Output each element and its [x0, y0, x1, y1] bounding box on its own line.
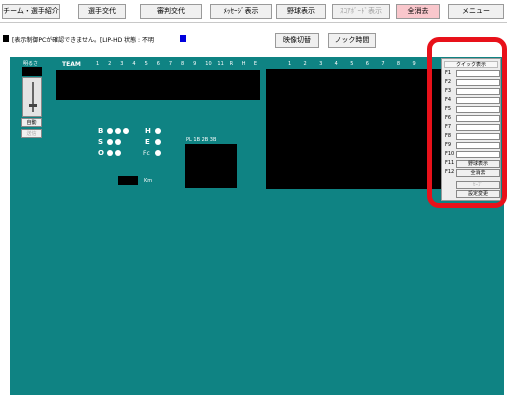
brightness-display	[22, 67, 42, 76]
highlight-ring	[427, 37, 507, 208]
knock-time-button[interactable]: ノック時間	[328, 33, 376, 48]
inning-left-11: 11	[217, 61, 224, 67]
brightness-label: 明るさ	[23, 61, 39, 67]
inning-left-9: 9	[193, 61, 197, 67]
out-lamp-1	[107, 150, 113, 156]
fc-lamp	[155, 150, 161, 156]
status-indicator-black	[3, 35, 9, 42]
strike-lamp-1	[107, 139, 113, 145]
inning-right-8: 8	[396, 61, 401, 67]
inning-left-6: 6	[156, 61, 160, 67]
scoreboard-left-grid	[56, 70, 260, 100]
error-label: E	[145, 138, 150, 146]
inning-right-4: 4	[334, 61, 338, 67]
field-display-button[interactable]: 野球表示	[276, 4, 326, 19]
auto-button[interactable]: 自動	[21, 118, 42, 127]
inning-right-3: 3	[319, 61, 323, 67]
inning-left-1: 1	[96, 61, 100, 67]
scoreboard-right-grid	[266, 69, 442, 189]
message-display-button[interactable]: ﾒｯｾｰｼﾞ表示	[210, 4, 272, 19]
fc-label: Fc	[143, 150, 150, 157]
menu-button[interactable]: メニュー	[448, 4, 504, 19]
broadcast-display-button[interactable]: ｽｺｱﾎﾞｰﾄﾞ表示	[332, 4, 390, 19]
inning-right-7: 7	[381, 61, 385, 67]
umpire-change-button[interactable]: 審判交代	[140, 4, 202, 19]
hit-label: H	[145, 127, 151, 135]
video-switch-button[interactable]: 映像切替	[275, 33, 319, 48]
out-lamp-2	[115, 150, 121, 156]
innings-header-left: 1 2 3 4 5 6 7 8 9 10 11 R H E	[96, 61, 266, 69]
bso-label-o: O	[98, 149, 104, 157]
ball-lamp-3	[123, 128, 129, 134]
inning-left-14: E	[253, 61, 258, 67]
innings-header-right: 1 2 3 4 5 6 7 8 9	[288, 61, 428, 69]
inning-left-8: 8	[181, 61, 185, 67]
ball-lamp-2	[115, 128, 121, 134]
bso-label-s: S	[98, 138, 104, 146]
pl-display	[185, 144, 237, 188]
send-button[interactable]: 送信	[21, 129, 42, 138]
team-intro-button[interactable]: チーム・選手紹介	[2, 4, 60, 19]
inning-left-13: H	[241, 61, 246, 67]
inning-left-10: 10	[205, 61, 212, 67]
bso-label-b: B	[98, 127, 104, 135]
inning-right-2: 2	[303, 61, 307, 67]
inning-left-5: 5	[144, 61, 148, 67]
pl-header: PL 1B 2B 3B	[186, 137, 217, 143]
ball-lamp-1	[107, 128, 113, 134]
inning-left-4: 4	[132, 61, 136, 67]
inning-right-1: 1	[288, 61, 292, 67]
inning-left-12: R	[229, 61, 234, 67]
team-header: TEAM	[62, 61, 81, 68]
strike-lamp-2	[115, 139, 121, 145]
inning-left-7: 7	[168, 61, 173, 67]
inning-left-2: 2	[108, 61, 112, 67]
inning-right-5: 5	[350, 61, 354, 67]
slider-track	[32, 82, 34, 112]
speed-display	[118, 176, 138, 185]
inning-right-9: 9	[412, 61, 416, 67]
player-change-button[interactable]: 選手交代	[78, 4, 126, 19]
slider-handle[interactable]	[29, 104, 37, 107]
error-lamp	[155, 139, 161, 145]
hit-lamp	[155, 128, 161, 134]
km-label: Km	[144, 178, 153, 184]
status-message: [表示制御PCが確認できません。[LIP-HD 状態 : 不明	[12, 37, 154, 44]
clear-all-button[interactable]: 全消去	[396, 4, 440, 19]
inning-left-3: 3	[120, 61, 124, 67]
status-indicator-blue	[180, 35, 186, 42]
brightness-slider[interactable]	[22, 77, 42, 117]
inning-right-6: 6	[365, 61, 369, 67]
